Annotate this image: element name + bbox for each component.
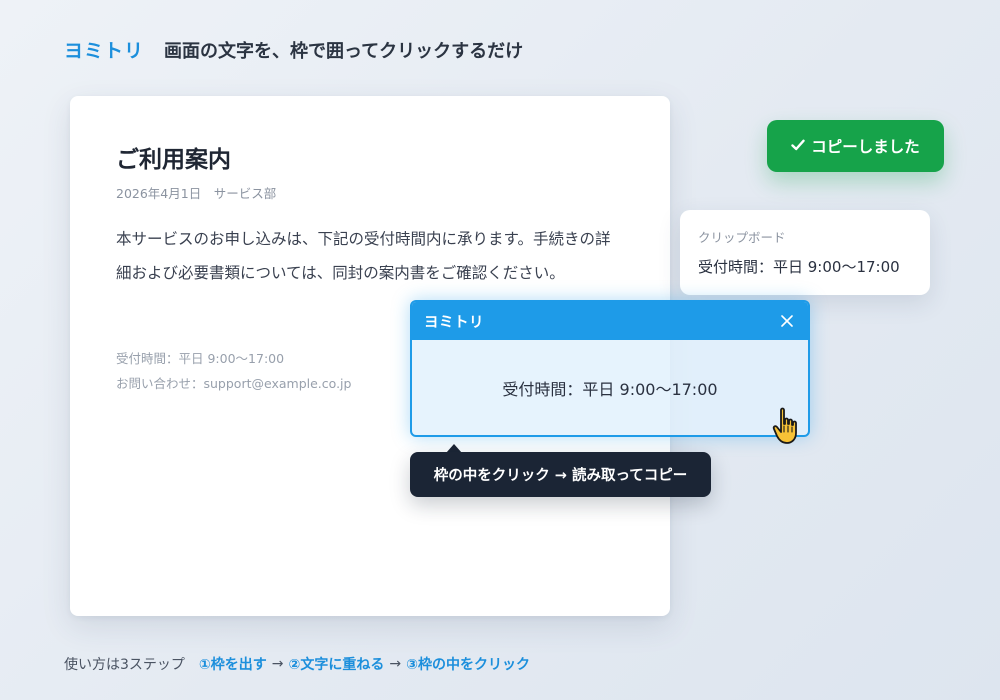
- clipboard-label: クリップボード: [698, 230, 786, 245]
- app-header: ヨミトリ 画面の文字を、枠で囲ってクリックするだけ: [64, 36, 523, 63]
- footer-steps: 使い方は3ステップ ①枠を出す → ②文字に重ねる → ③枠の中をクリック: [64, 654, 530, 674]
- hint-tooltip: 枠の中をクリック → 読み取ってコピー: [410, 452, 711, 497]
- document-contact: お問い合わせ：support@example.co.jp: [116, 376, 352, 391]
- tagline: 画面の文字を、枠で囲ってクリックするだけ: [164, 40, 524, 62]
- clipboard-card: クリップボード 受付時間：平日 9:00〜17:00: [680, 210, 930, 295]
- document-meta: 2026年4月1日 サービス部: [116, 186, 277, 201]
- captured-text[interactable]: 受付時間：平日 9:00〜17:00: [412, 376, 808, 400]
- capture-window[interactable]: ヨミトリ 受付時間：平日 9:00〜17:00: [410, 300, 810, 437]
- step-1-link[interactable]: ①枠を出す: [199, 654, 267, 674]
- clipboard-value: 受付時間：平日 9:00〜17:00: [698, 258, 900, 276]
- check-icon: [791, 137, 805, 155]
- step-3-link[interactable]: ③枠の中をクリック: [406, 654, 530, 674]
- close-icon[interactable]: [778, 312, 796, 330]
- document-hours: 受付時間：平日 9:00〜17:00: [116, 351, 285, 366]
- document-body: 本サービスのお申し込みは、下記の受付時間内に承ります。手続きの詳細および必要書類…: [116, 230, 611, 282]
- toast-label: コピーしました: [811, 138, 920, 156]
- brand-logo: ヨミトリ: [64, 40, 145, 62]
- capture-titlebar[interactable]: ヨミトリ: [412, 302, 808, 340]
- document-info: 受付時間：平日 9:00〜17:00 お問い合わせ：support@exampl…: [116, 346, 351, 396]
- step-arrow: →: [389, 656, 402, 672]
- capture-title: ヨミトリ: [424, 314, 484, 331]
- copied-toast: コピーしました: [767, 120, 944, 172]
- step-2-link[interactable]: ②文字に重ねる: [289, 654, 385, 674]
- step-arrow: →: [271, 656, 284, 672]
- hand-pointer-icon: [772, 406, 804, 446]
- document-title: ご利用案内: [116, 147, 231, 173]
- footer-intro: 使い方は3ステップ: [64, 657, 185, 673]
